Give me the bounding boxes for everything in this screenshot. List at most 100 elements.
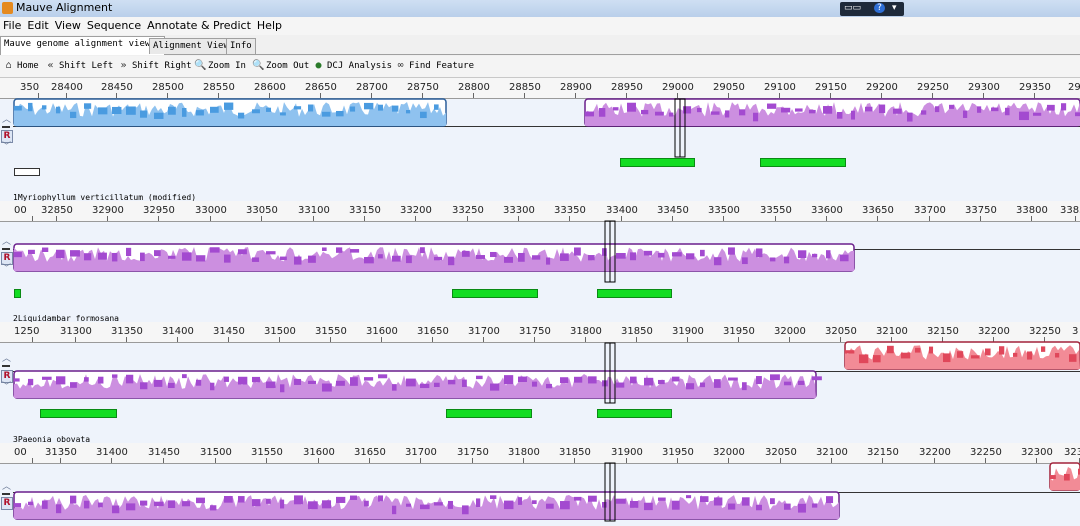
profile-peak	[140, 382, 148, 390]
ruler-tick-label: 31300	[60, 326, 92, 337]
lcb-block-purple[interactable]	[13, 243, 855, 272]
menu-view[interactable]: View	[52, 17, 84, 34]
profile-peak	[767, 103, 777, 109]
lcb-track-1[interactable]	[0, 220, 1080, 283]
tab-alignment-view[interactable]: Alignment View	[149, 38, 233, 54]
help-icon[interactable]: ?	[874, 3, 885, 13]
profile-peak	[140, 500, 148, 506]
menu-help[interactable]: Help	[254, 17, 285, 34]
shift-left-button[interactable]: «Shift Left	[45, 59, 113, 73]
dcj-analysis-button[interactable]: ● DCJ Analysis	[313, 59, 392, 73]
genome-panel-0: 350 28400 28450 28500 28550 28600 28650 28700 28…	[0, 78, 1080, 196]
home-icon: ⌂	[5, 60, 12, 71]
profile-peak	[683, 106, 692, 114]
profile-peak	[756, 504, 762, 511]
zoom-in-button[interactable]: 🔍 Zoom In	[194, 59, 246, 73]
profile-peak	[901, 352, 911, 359]
ruler-tick-label: 31900	[672, 326, 704, 337]
gene-feature[interactable]	[14, 289, 21, 298]
shift-right-button[interactable]: » Shift Right	[118, 59, 191, 73]
tab-info[interactable]: Info	[226, 38, 256, 54]
profile-peak	[873, 355, 881, 363]
profile-peak	[574, 247, 581, 256]
lcb-block-red[interactable]	[1049, 462, 1080, 491]
gene-feature[interactable]	[40, 409, 117, 418]
gene-feature[interactable]	[446, 409, 532, 418]
menu-sequence[interactable]: Sequence	[84, 17, 144, 34]
lcb-block-blue[interactable]	[13, 98, 447, 127]
profile-peak	[392, 255, 401, 262]
chevron-down-icon[interactable]: ▾	[892, 3, 897, 13]
gene-feature[interactable]	[597, 409, 672, 418]
ruler-tick-label: 29350	[1019, 82, 1051, 93]
ruler-tick-label: 28850	[509, 82, 541, 93]
profile-peak	[196, 379, 202, 386]
profile-peak	[434, 382, 440, 388]
profile-peak	[641, 109, 649, 115]
lcb-block-purple[interactable]	[13, 370, 822, 399]
profile-peak	[70, 382, 77, 388]
profile-peak	[14, 252, 22, 258]
lcb-track-0[interactable]	[0, 98, 1080, 158]
profile-peak	[728, 503, 736, 510]
menu-annotate-predict[interactable]: Annotate & Predict	[144, 17, 254, 34]
ruler-tick-label: 32100	[816, 447, 848, 458]
profile-peak	[182, 107, 187, 117]
keyboard-icon[interactable]: ▭▭	[844, 3, 861, 13]
profile-peak	[560, 253, 569, 261]
profile-peak	[392, 384, 397, 391]
lcb-block-purple[interactable]	[584, 98, 1080, 127]
ruler-tick-label: 31700	[405, 447, 437, 458]
lcb-track-3[interactable]	[0, 462, 1080, 526]
profile-peak	[70, 250, 80, 257]
profile-peak	[546, 503, 554, 509]
profile-peak	[560, 377, 569, 383]
profile-peak	[599, 108, 606, 117]
ruler-tick-label: 32150	[927, 326, 959, 337]
profile-peak	[70, 111, 77, 119]
profile-peak	[154, 501, 164, 507]
profile-peak	[739, 109, 746, 116]
menu-file[interactable]: File	[0, 17, 24, 34]
menu-edit[interactable]: Edit	[24, 17, 51, 34]
profile-peak	[476, 375, 483, 380]
lcb-block-red[interactable]	[844, 341, 1080, 370]
profile-peak	[893, 108, 902, 114]
profile-peak	[1069, 354, 1077, 362]
profile-peak	[655, 111, 664, 116]
gene-feature[interactable]	[620, 158, 695, 167]
ruler-tick-label: 32900	[92, 205, 124, 216]
ruler-tick-label: 31600	[366, 326, 398, 337]
profile-peak	[308, 501, 318, 510]
profile-peak	[490, 495, 497, 499]
profile-peak	[28, 102, 33, 112]
find-feature-button[interactable]: ∞ Find Feature	[395, 59, 474, 73]
gene-feature[interactable]	[597, 289, 672, 298]
system-tray: ▭▭ ? ▾	[840, 2, 904, 16]
tab-genome-alignment-viewer[interactable]: Mauve genome alignment viewer	[0, 36, 166, 55]
profile-peak	[504, 500, 514, 510]
profile-peak	[126, 106, 136, 115]
profile-peak	[971, 355, 980, 359]
lcb-track-2[interactable]	[0, 341, 1080, 404]
alignment-viewer[interactable]: 350 28400 28450 28500 28550 28600 28650 28700 28…	[0, 78, 1080, 526]
profile-peak	[812, 503, 818, 508]
profile-peak	[294, 106, 302, 110]
profile-peak	[1064, 473, 1070, 481]
profile-peak	[266, 107, 272, 112]
home-button[interactable]: ⌂ Home	[3, 59, 38, 73]
gene-feature[interactable]	[452, 289, 538, 298]
profile-peak	[574, 496, 582, 501]
profile-peak	[182, 501, 191, 507]
profile-peak	[711, 111, 720, 115]
profile-peak	[168, 500, 176, 509]
zoom-out-button[interactable]: 🔍 Zoom Out	[252, 59, 309, 73]
ruler-tick-label: 29150	[815, 82, 847, 93]
gene-feature[interactable]	[760, 158, 846, 167]
lcb-block-purple[interactable]	[13, 491, 840, 520]
profile-peak	[1033, 112, 1042, 116]
profile-peak	[627, 102, 636, 112]
profile-peak	[613, 107, 619, 111]
profile-peak	[364, 257, 374, 264]
profile-peak	[957, 351, 964, 358]
